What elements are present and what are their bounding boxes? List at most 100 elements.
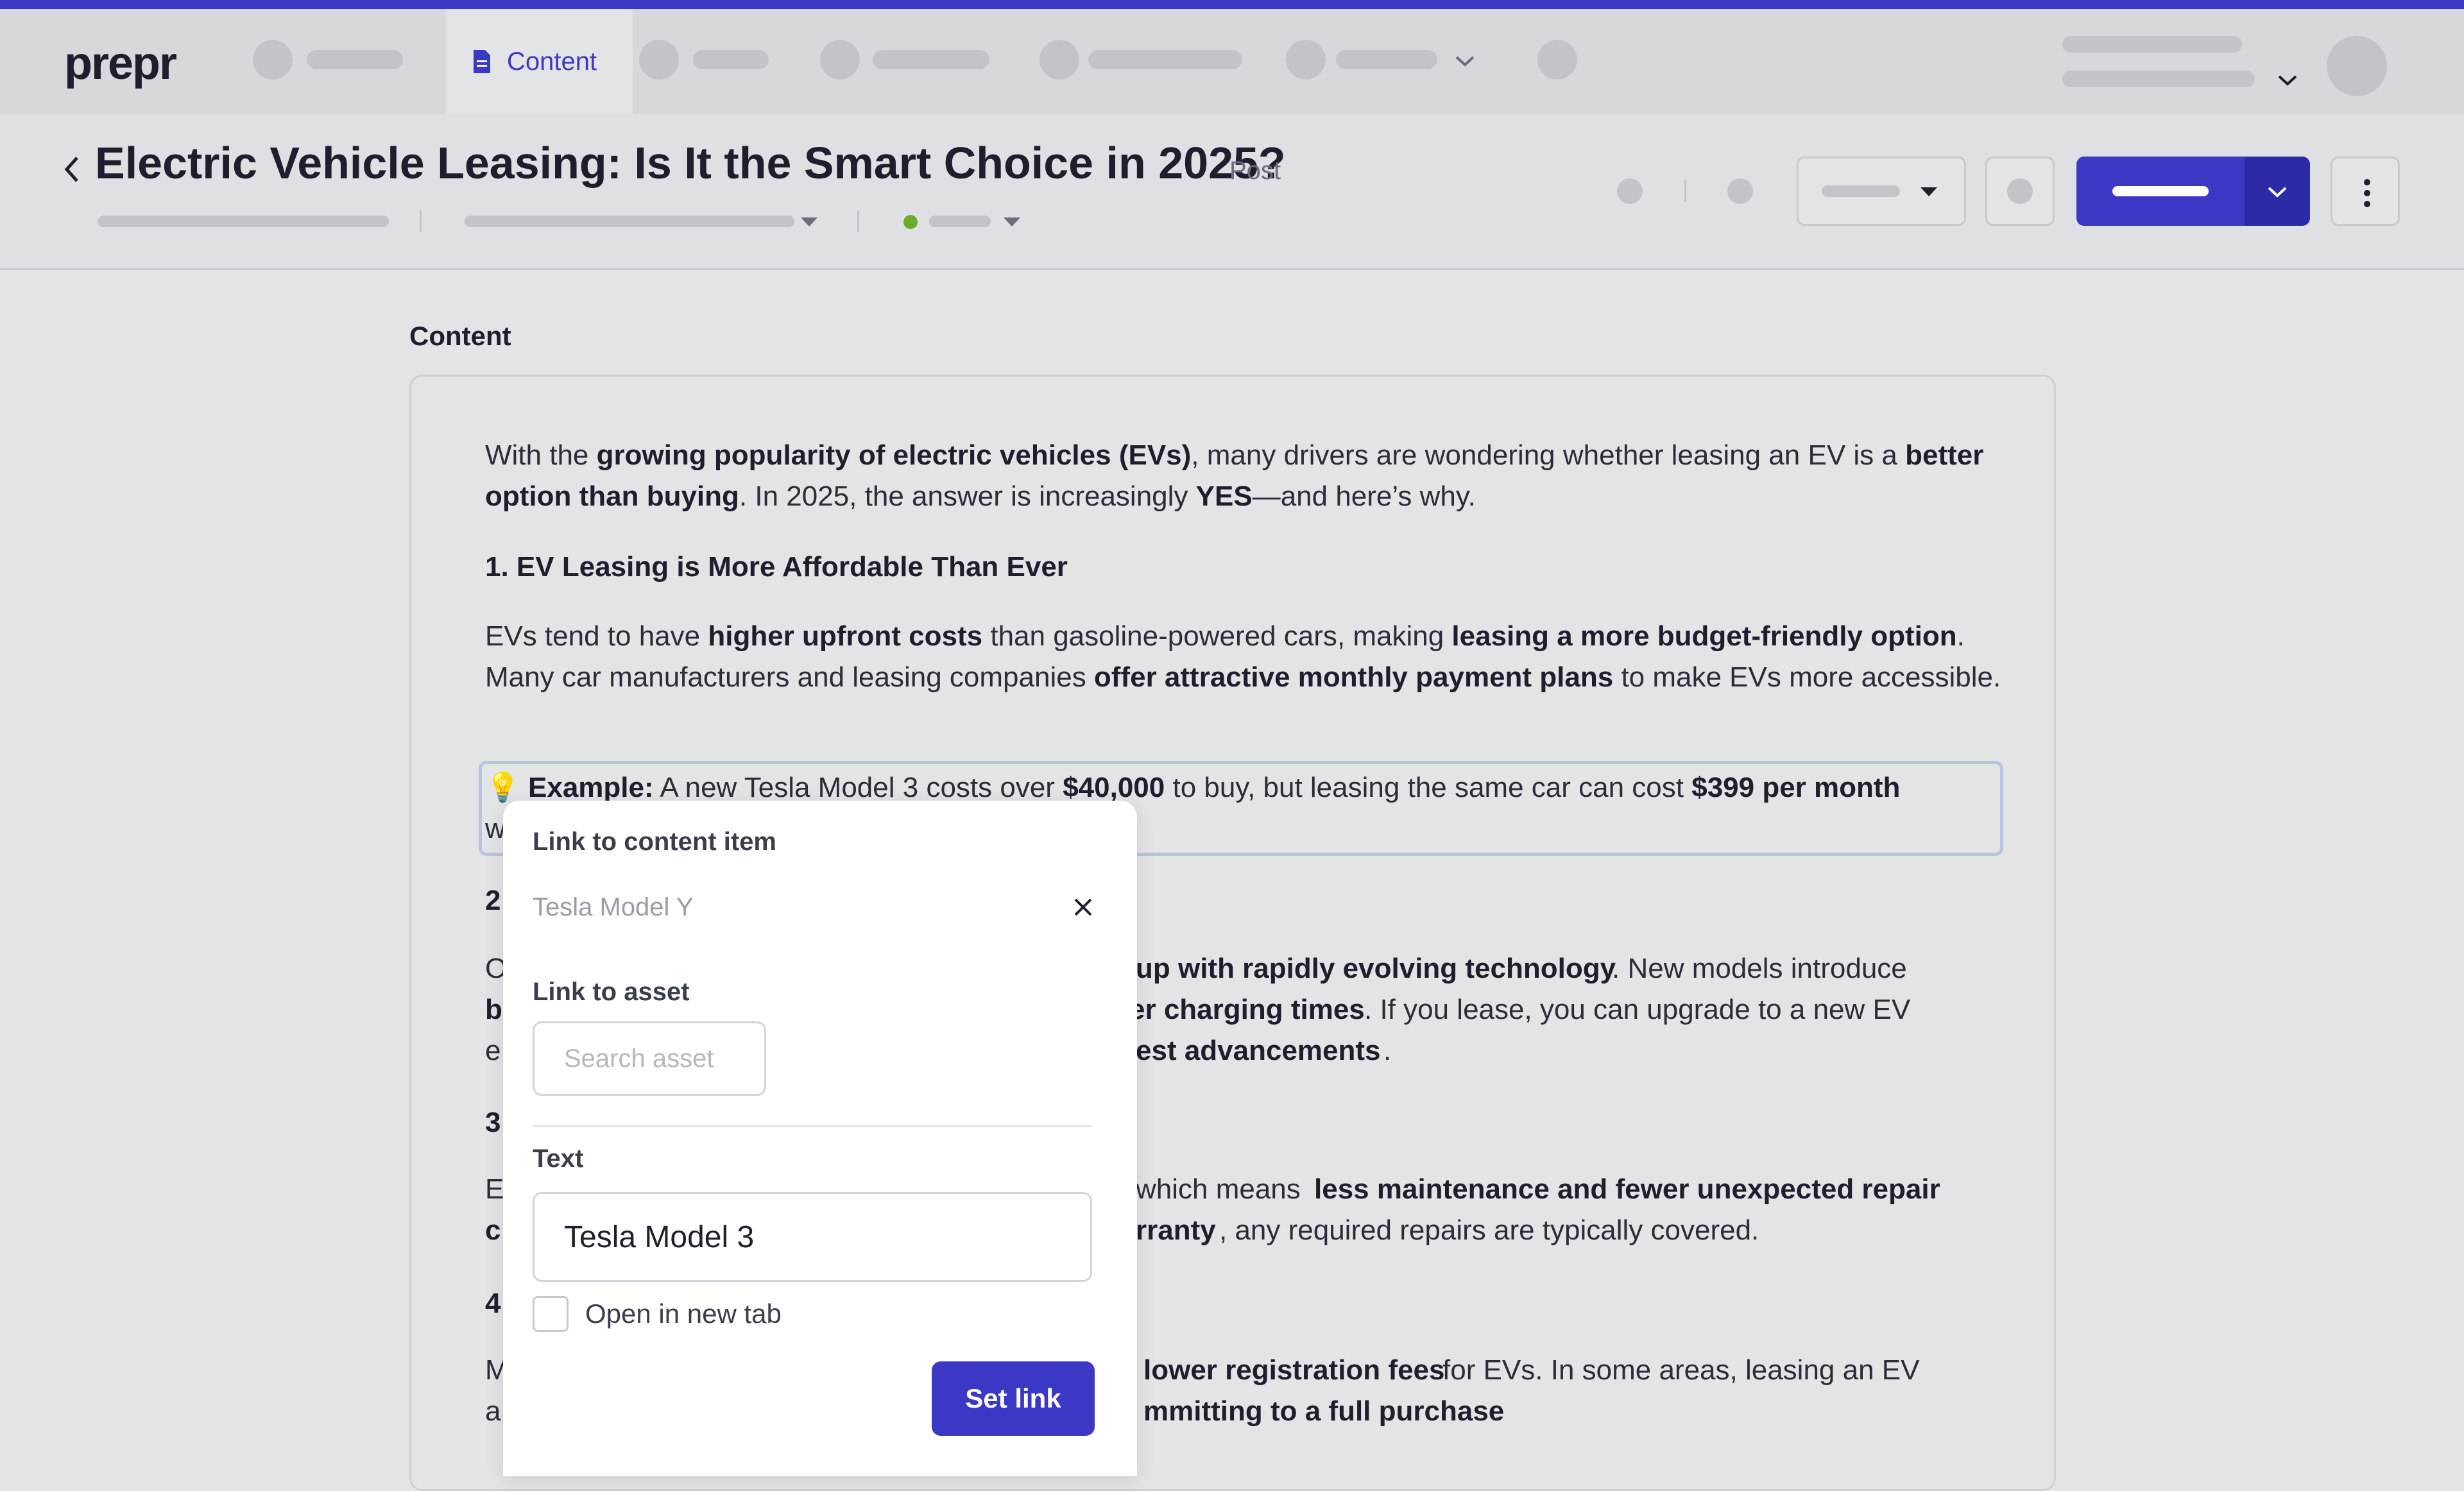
- bold-run: higher upfront costs: [708, 620, 983, 652]
- bold-run: up with rapidly evolving technology: [1136, 953, 1616, 984]
- bold-run: er charging times: [1129, 994, 1365, 1025]
- content-type-label: Post: [1229, 157, 1281, 185]
- text-run: than gasoline-powered cars, making: [982, 620, 1452, 652]
- locale-dropdown[interactable]: [1797, 157, 1966, 226]
- nav-item-placeholder-label: [873, 50, 989, 69]
- toolbar-placeholder-icon[interactable]: [1617, 178, 1643, 204]
- nav-item-placeholder-icon[interactable]: [1286, 40, 1326, 80]
- status-placeholder[interactable]: [929, 216, 991, 227]
- nav-item-placeholder-label: [1088, 50, 1242, 69]
- user-name-placeholder: [2062, 36, 2242, 53]
- text-run: a: [485, 1395, 501, 1427]
- bold-run: leasing a more budget-friendly option: [1451, 620, 1957, 652]
- bold-run: c: [485, 1214, 501, 1246]
- nav-item-placeholder-icon[interactable]: [253, 40, 293, 80]
- publish-button[interactable]: [2076, 157, 2245, 226]
- document-icon: [474, 50, 490, 73]
- text-run: . New models introduce: [1612, 953, 1907, 984]
- link-asset-label: Link to asset: [533, 978, 690, 1006]
- back-arrow-icon[interactable]: [62, 154, 83, 185]
- caret-down-icon: [1921, 187, 1937, 196]
- more-options-button[interactable]: [2331, 157, 2400, 226]
- page-title: Electric Vehicle Leasing: Is It the Smar…: [95, 138, 1286, 188]
- text-run: , many drivers are wondering whether lea…: [1191, 439, 1906, 471]
- chevron-down-icon[interactable]: [2277, 73, 2298, 87]
- bold-run: $399 per month: [1691, 772, 1901, 803]
- paragraph[interactable]: EVs tend to have higher upfront costs th…: [485, 616, 2012, 698]
- chevron-down-icon[interactable]: [1454, 54, 1476, 68]
- caret-down-icon[interactable]: [800, 216, 819, 228]
- divider: [1684, 180, 1686, 201]
- bold-run: Example:: [528, 772, 654, 803]
- divider: [533, 1125, 1092, 1127]
- text-run: —and here’s why.: [1252, 481, 1476, 512]
- placeholder-icon: [2007, 178, 2033, 204]
- top-navigation: prepr: [0, 9, 2464, 114]
- publish-options-button[interactable]: [2245, 157, 2310, 226]
- text-run: . If you lease, you can upgrade to a new…: [1364, 994, 1911, 1025]
- text-run: EVs tend to have: [485, 620, 708, 652]
- link-text-input[interactable]: [533, 1192, 1092, 1282]
- meta-placeholder[interactable]: [465, 216, 794, 227]
- nav-item-placeholder-icon[interactable]: [1040, 40, 1079, 80]
- tab-content[interactable]: Content: [447, 9, 633, 114]
- text-run: e: [485, 1035, 501, 1066]
- brand-stripe: [0, 0, 2464, 9]
- button-label-placeholder: [2112, 186, 2209, 196]
- heading[interactable]: 1. EV Leasing is More Affordable Than Ev…: [485, 547, 2012, 588]
- text-run: to make EVs more accessible.: [1613, 661, 2001, 693]
- divider: [857, 210, 859, 232]
- toolbar-icon-button[interactable]: [1985, 157, 2055, 226]
- text-run: for EVs. In some areas, leasing an EV: [1442, 1354, 1920, 1386]
- dropdown-placeholder: [1822, 185, 1900, 197]
- search-asset-input[interactable]: [533, 1021, 766, 1096]
- text-run: E: [485, 1173, 504, 1205]
- text-run: .: [1494, 1395, 1502, 1427]
- text-run: , any required repairs are typically cov…: [1219, 1214, 1759, 1246]
- nav-item-placeholder-label: [1336, 50, 1437, 69]
- nav-item-placeholder-icon[interactable]: [820, 40, 860, 80]
- text-run: A new Tesla Model 3 costs over: [653, 772, 1063, 803]
- text-run: 💡: [485, 772, 529, 803]
- bold-run: mmitting to a full purchase: [1143, 1395, 1505, 1427]
- bold-run: less maintenance and fewer unexpected re…: [1314, 1173, 1940, 1205]
- bold-run: YES: [1195, 481, 1253, 512]
- bold-run: lower registration fees: [1143, 1354, 1445, 1386]
- kebab-dot: [2364, 201, 2370, 207]
- text-run: . In 2025, the answer is increasingly: [739, 481, 1196, 512]
- kebab-dot: [2364, 179, 2370, 185]
- status-dot: [903, 215, 918, 229]
- paragraph[interactable]: With the growing popularity of electric …: [485, 435, 2012, 517]
- text-run: w: [485, 813, 506, 844]
- bold-run: $40,000: [1063, 772, 1165, 803]
- text-run: .: [1383, 1035, 1392, 1066]
- bold-run: est advancements: [1136, 1035, 1381, 1066]
- close-icon[interactable]: [1072, 896, 1095, 919]
- linked-content-item[interactable]: Tesla Model Y: [533, 893, 694, 922]
- tab-content-label: Content: [507, 47, 597, 76]
- nav-item-placeholder-icon[interactable]: [639, 40, 679, 80]
- bold-run: growing popularity of electric vehicles …: [596, 439, 1192, 471]
- set-link-button[interactable]: Set link: [932, 1361, 1095, 1436]
- nav-item-placeholder-label: [693, 50, 769, 69]
- bold-run: b: [485, 994, 502, 1025]
- divider: [420, 210, 422, 232]
- text-label: Text: [533, 1145, 584, 1173]
- prepr-logo[interactable]: prepr: [64, 37, 177, 90]
- bold-run: rranty: [1136, 1214, 1216, 1246]
- user-org-placeholder: [2062, 71, 2255, 87]
- link-popup: Link to content item Tesla Model Y Link …: [503, 801, 1137, 1476]
- field-label-content: Content: [409, 321, 511, 351]
- open-in-new-tab-checkbox[interactable]: [533, 1296, 569, 1332]
- toolbar-placeholder-icon[interactable]: [1727, 178, 1753, 204]
- text-run: to buy, but leasing the same car can cos…: [1165, 772, 1692, 803]
- caret-down-icon[interactable]: [1002, 216, 1022, 228]
- open-in-new-tab-label[interactable]: Open in new tab: [585, 1299, 782, 1329]
- item-header: Electric Vehicle Leasing: Is It the Smar…: [0, 114, 2464, 270]
- meta-placeholder: [98, 216, 389, 227]
- text-run: which means: [1136, 1173, 1301, 1205]
- nav-item-placeholder-label: [307, 50, 403, 69]
- nav-item-placeholder-icon[interactable]: [1537, 40, 1577, 80]
- avatar[interactable]: [2327, 36, 2387, 96]
- chevron-down-icon: [2268, 187, 2287, 198]
